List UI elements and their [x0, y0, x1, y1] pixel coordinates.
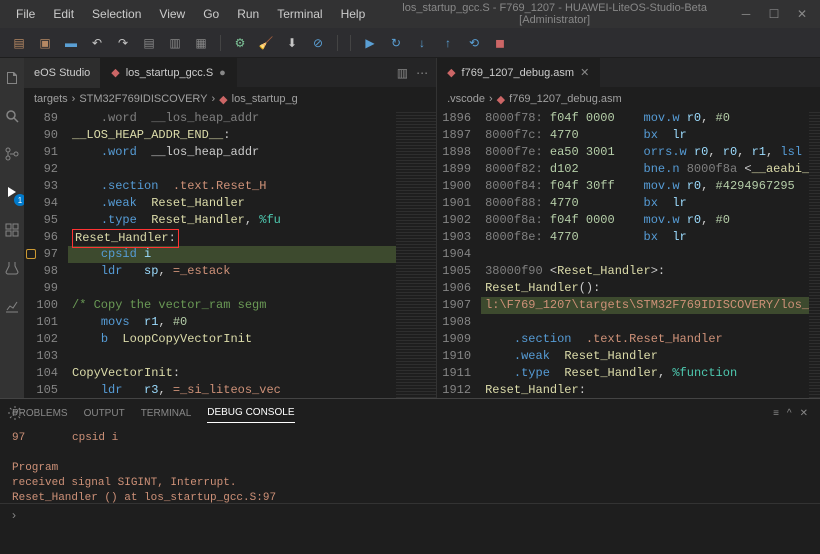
minimize-icon[interactable]: ─	[736, 7, 756, 21]
tab-los-startup[interactable]: ◆los_startup_gcc.S●	[101, 58, 237, 88]
breadcrumb-left[interactable]: targets › STM32F769IDISCOVERY › ◆ los_st…	[24, 88, 436, 110]
menu-bar: FileEditSelectionViewGoRunTerminalHelp	[8, 3, 373, 25]
menu-run[interactable]: Run	[229, 3, 267, 25]
run-debug-icon[interactable]: 1	[0, 180, 24, 204]
panel-tabs: PROBLEMS OUTPUT TERMINAL DEBUG CONSOLE ≡…	[0, 399, 820, 427]
step-over-icon[interactable]: ↻	[385, 32, 407, 54]
asm-icon: ◆	[447, 66, 455, 79]
editor-left: eOS Studio ◆los_startup_gcc.S● ▥ ⋯ target…	[24, 58, 437, 398]
menu-selection[interactable]: Selection	[84, 3, 149, 25]
maximize-icon[interactable]: ☐	[764, 7, 784, 21]
undo-icon[interactable]: ↶	[86, 32, 108, 54]
window-title: los_startup_gcc.S - F769_1207 - HUAWEI-L…	[373, 2, 736, 26]
search-icon[interactable]	[0, 104, 24, 128]
toolbar: ▤ ▣ ▬ ↶ ↷ ▤ ▥ ▦ ⚙ 🧹 ⬇ ⊘ ▶ ↻ ↓ ↑ ⟲ ◼	[0, 28, 820, 58]
window-controls: ─ ☐ ✕	[736, 7, 812, 21]
menu-help[interactable]: Help	[333, 3, 374, 25]
bottom-panel: PROBLEMS OUTPUT TERMINAL DEBUG CONSOLE ≡…	[0, 398, 820, 526]
tab-debug-asm[interactable]: ◆f769_1207_debug.asm✕	[437, 58, 600, 88]
redo-icon[interactable]: ↷	[112, 32, 134, 54]
titlebar: FileEditSelectionViewGoRunTerminalHelp l…	[0, 0, 820, 28]
minimap-right[interactable]	[809, 110, 820, 398]
close-tab-icon[interactable]: ●	[219, 67, 226, 79]
main-area: 1 eOS Studio ◆los_startup_gcc.S● ▥ ⋯ targ…	[0, 58, 820, 398]
panel-tab-output[interactable]: OUTPUT	[84, 404, 125, 423]
stop-debug-icon[interactable]: ◼	[489, 32, 511, 54]
tabs-left: eOS Studio ◆los_startup_gcc.S● ▥ ⋯	[24, 58, 436, 88]
close-tab-icon[interactable]: ✕	[580, 66, 589, 79]
extensions-icon[interactable]	[0, 218, 24, 242]
menu-go[interactable]: Go	[195, 3, 227, 25]
settings-icon[interactable]	[7, 405, 23, 424]
more-icon[interactable]: ⋯	[416, 66, 428, 80]
new-file-icon[interactable]: ▤	[8, 32, 30, 54]
console-input[interactable]: ›	[0, 503, 820, 526]
editor-split: eOS Studio ◆los_startup_gcc.S● ▥ ⋯ target…	[24, 58, 820, 398]
split-editor-icon[interactable]: ▥	[397, 66, 408, 80]
minimap-left[interactable]	[396, 110, 436, 398]
menu-file[interactable]: File	[8, 3, 43, 25]
menu-edit[interactable]: Edit	[45, 3, 82, 25]
explorer-icon[interactable]	[0, 66, 24, 90]
panel-close-icon[interactable]: ✕	[800, 408, 808, 419]
panel-tab-debug-console[interactable]: DEBUG CONSOLE	[207, 403, 294, 423]
test-icon[interactable]	[0, 256, 24, 280]
config-icon[interactable]: ⚙	[229, 32, 251, 54]
continue-icon[interactable]: ▶	[359, 32, 381, 54]
code-area-right[interactable]: 1896189718981899190019011902190319041905…	[437, 110, 820, 398]
clean-icon[interactable]: 🧹	[255, 32, 277, 54]
panel-filter-icon[interactable]: ≡	[773, 408, 779, 419]
source-control-icon[interactable]	[0, 142, 24, 166]
copy-icon[interactable]: ▥	[164, 32, 186, 54]
paste-icon[interactable]: ▦	[190, 32, 212, 54]
step-out-icon[interactable]: ↑	[437, 32, 459, 54]
panel-maximize-icon[interactable]: ^	[787, 408, 792, 419]
asm-icon: ◆	[111, 66, 119, 79]
debug-console[interactable]: 97cpsid iProgramreceived signal SIGINT, …	[0, 427, 820, 503]
stop-icon[interactable]: ⊘	[307, 32, 329, 54]
activity-bar: 1	[0, 58, 24, 398]
step-into-icon[interactable]: ↓	[411, 32, 433, 54]
tabs-right: ◆f769_1207_debug.asm✕ ⋯	[437, 58, 820, 88]
build-icon[interactable]: ⬇	[281, 32, 303, 54]
breadcrumb-right[interactable]: .vscode › ◆ f769_1207_debug.asm	[437, 88, 820, 110]
open-folder-icon[interactable]: ▣	[34, 32, 56, 54]
close-icon[interactable]: ✕	[792, 7, 812, 21]
save-icon[interactable]: ▬	[60, 32, 82, 54]
editor-right: ◆f769_1207_debug.asm✕ ⋯ .vscode › ◆ f769…	[437, 58, 820, 398]
chart-icon[interactable]	[0, 294, 24, 318]
code-area-left[interactable]: 8990919293949596979899100101102103104105…	[24, 110, 436, 398]
menu-terminal[interactable]: Terminal	[269, 3, 330, 25]
tab-eos-studio[interactable]: eOS Studio	[24, 58, 101, 88]
restart-icon[interactable]: ⟲	[463, 32, 485, 54]
cut-icon[interactable]: ▤	[138, 32, 160, 54]
menu-view[interactable]: View	[151, 3, 193, 25]
panel-tab-terminal[interactable]: TERMINAL	[141, 404, 192, 423]
